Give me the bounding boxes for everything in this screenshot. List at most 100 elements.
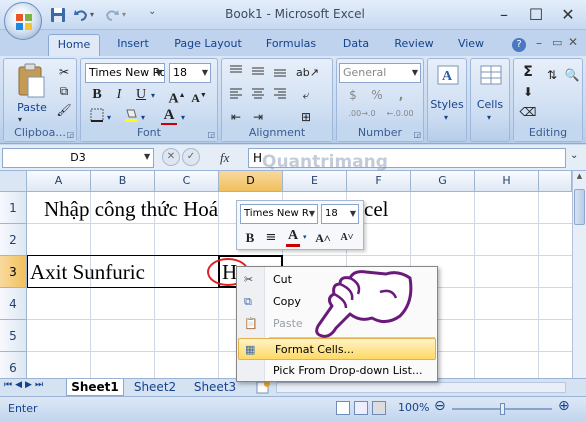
column-header[interactable] [539, 171, 572, 192]
undo-dropdown-icon[interactable]: ▾ [90, 10, 94, 19]
tab-insert[interactable]: Insert [110, 34, 156, 56]
mini-font-color-dropdown-icon[interactable]: ▾ [303, 233, 307, 241]
tab-formulas[interactable]: Formulas [260, 34, 322, 56]
column-header[interactable]: A [27, 171, 91, 192]
select-all-corner[interactable] [0, 171, 27, 192]
italic-button[interactable]: I [109, 85, 129, 105]
tab-home[interactable]: Home [48, 34, 100, 56]
font-color-icon[interactable]: A [159, 105, 179, 125]
row-header-active[interactable]: 3 [0, 256, 27, 288]
column-header[interactable]: H [475, 171, 539, 192]
clipboard-launcher-icon[interactable]: ◲ [66, 130, 74, 139]
font-name-combo[interactable]: Times New Ro ▼ [85, 63, 165, 83]
mini-font-color-button[interactable]: A [283, 226, 303, 246]
sort-filter-icon[interactable]: ⇅ [542, 65, 562, 85]
normal-view-icon[interactable] [336, 401, 350, 415]
cells-button[interactable]: Cells [471, 98, 509, 111]
insert-function-button[interactable]: fx [220, 150, 229, 166]
mini-font-name-combo[interactable]: Times New R ▼ [240, 204, 318, 224]
maximize-button[interactable]: ☐ [520, 0, 552, 30]
fill-icon[interactable]: ⬇ [518, 82, 538, 102]
mini-align-button[interactable]: ≡ [261, 228, 281, 248]
expand-formula-icon[interactable]: ⌄ [570, 150, 578, 161]
tab-review[interactable]: Review [390, 34, 438, 56]
redo-dropdown-icon[interactable]: ▾ [122, 10, 126, 19]
font-size-combo[interactable]: 18 ▼ [169, 63, 211, 83]
column-header[interactable]: F [347, 171, 411, 192]
mini-shrink-font-button[interactable]: A˅ [337, 228, 357, 248]
zoom-in-icon[interactable]: ⊕ [558, 398, 570, 414]
increase-decimal-button[interactable]: .00→.0 [347, 109, 377, 125]
number-format-combo[interactable]: General ▼ [339, 63, 421, 83]
styles-button[interactable]: Styles [428, 98, 466, 111]
undo-icon[interactable] [73, 7, 89, 23]
row-header[interactable]: 4 [0, 288, 27, 320]
align-right-icon[interactable] [270, 85, 290, 105]
cut-icon[interactable]: ✂ [54, 62, 74, 82]
tab-data[interactable]: Data [336, 34, 376, 56]
shrink-font-icon[interactable]: A▼ [189, 85, 209, 105]
zoom-slider-thumb[interactable] [500, 403, 505, 415]
scroll-thumb[interactable] [574, 189, 585, 225]
help-icon[interactable]: ? [512, 38, 526, 52]
mini-font-size-combo[interactable]: 18 ▼ [321, 204, 359, 224]
decrease-decimal-button[interactable]: ←.0.00 [383, 109, 417, 125]
underline-button[interactable]: U [131, 85, 151, 105]
fill-color-dropdown-icon[interactable]: ▾ [141, 113, 145, 122]
cell-e1[interactable]: cel [364, 197, 388, 222]
row-header[interactable]: 1 [0, 192, 27, 224]
grow-font-icon[interactable]: A▲ [167, 85, 187, 107]
format-painter-icon[interactable]: 🖌 [54, 100, 74, 120]
number-launcher-icon[interactable]: ◲ [413, 130, 421, 139]
comma-button[interactable]: , [391, 85, 411, 105]
customize-qat-icon[interactable]: ⌄ [148, 6, 156, 17]
page-layout-view-icon[interactable] [354, 401, 368, 415]
align-middle-icon[interactable] [248, 63, 268, 83]
clear-icon[interactable]: ⌫ [518, 102, 538, 122]
ribbon-close-icon[interactable]: ✕ [568, 35, 578, 49]
scroll-up-icon[interactable]: ▲ [574, 172, 585, 186]
zoom-out-icon[interactable]: ⊖ [434, 398, 446, 414]
row-header[interactable]: 2 [0, 224, 27, 256]
fill-color-icon[interactable] [121, 107, 141, 127]
sheet-tab-active[interactable]: Sheet1 [66, 379, 124, 396]
align-bottom-icon[interactable] [270, 63, 290, 83]
decrease-indent-icon[interactable]: ⇤ [226, 107, 246, 127]
close-button[interactable]: ✕ [552, 0, 584, 30]
font-color-dropdown-icon[interactable]: ▾ [181, 113, 185, 122]
increase-indent-icon[interactable]: ⇥ [248, 107, 268, 127]
enter-entry-icon[interactable]: ✓ [182, 148, 200, 166]
paste-dropdown-icon[interactable]: ▾ [18, 115, 22, 124]
bold-button[interactable]: B [87, 85, 107, 105]
row-header[interactable]: 5 [0, 320, 27, 352]
borders-icon[interactable] [87, 107, 107, 127]
percent-button[interactable]: % [367, 85, 387, 105]
underline-dropdown-icon[interactable]: ▾ [151, 91, 155, 100]
page-break-view-icon[interactable] [372, 401, 386, 415]
align-top-icon[interactable] [226, 63, 246, 83]
merge-center-icon[interactable]: ⊞ [296, 107, 316, 127]
wrap-text-icon[interactable]: ⤶ [296, 85, 316, 105]
styles-icon[interactable]: A [436, 63, 460, 87]
styles-dropdown-icon[interactable]: ▾ [444, 113, 448, 122]
find-select-icon[interactable]: 🔍 [562, 65, 582, 85]
office-button[interactable] [4, 2, 42, 40]
name-box[interactable]: D3 [2, 148, 154, 168]
ribbon-restore-icon[interactable]: ▭ [552, 36, 562, 49]
font-launcher-icon[interactable]: ◲ [207, 130, 215, 139]
redo-icon[interactable] [104, 7, 120, 23]
paste-button[interactable]: Paste [12, 101, 52, 114]
tab-view[interactable]: View [452, 34, 490, 56]
column-header[interactable]: G [411, 171, 475, 192]
orientation-icon[interactable]: ab↗ [296, 63, 319, 83]
align-left-icon[interactable] [226, 85, 246, 105]
borders-dropdown-icon[interactable]: ▾ [107, 113, 111, 122]
currency-button[interactable]: $ [343, 85, 363, 105]
autosum-button[interactable]: Σ [518, 62, 538, 82]
cell-a3[interactable]: Axit Sunfuric [30, 260, 145, 285]
minimize-button[interactable]: – [488, 0, 520, 30]
mini-grow-font-button[interactable]: A˄ [313, 228, 333, 248]
sheet-nav-icon[interactable]: ⏮◀▶⏭ [4, 380, 46, 390]
zoom-level[interactable]: 100% [398, 401, 429, 414]
column-header[interactable]: E [283, 171, 347, 192]
